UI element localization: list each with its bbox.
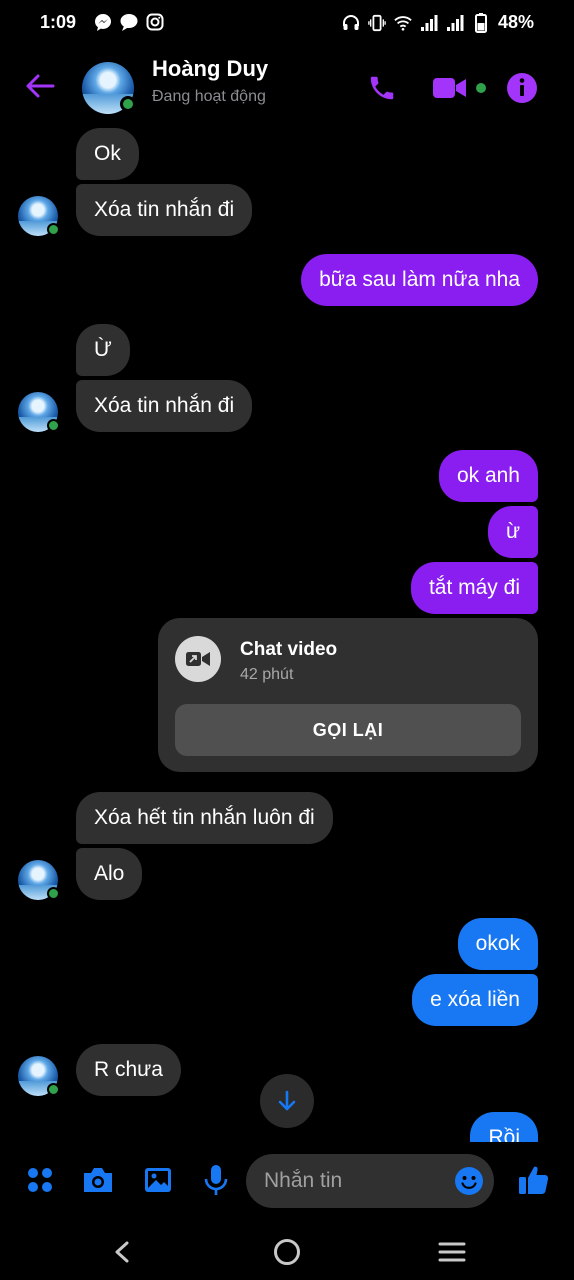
video-call-icon xyxy=(175,636,221,682)
message-bubble-incoming[interactable]: Ok xyxy=(76,128,139,180)
message-bubble-outgoing[interactable]: ok anh xyxy=(438,450,538,502)
message-bubble-outgoing[interactable]: tắt máy đi xyxy=(410,562,538,614)
scroll-to-bottom-button[interactable] xyxy=(260,1074,314,1128)
arrow-left-icon xyxy=(26,74,55,98)
message-bubble-incoming[interactable]: R chưa xyxy=(76,1044,181,1096)
message-composer xyxy=(0,1142,574,1222)
like-button[interactable] xyxy=(516,1162,552,1198)
nav-home-button[interactable] xyxy=(269,1234,305,1270)
message-bubble-incoming[interactable]: Xóa tin nhắn đi xyxy=(76,184,253,236)
emoji-button[interactable] xyxy=(454,1166,484,1196)
messenger-icon xyxy=(94,13,112,31)
chevron-left-icon xyxy=(115,1241,129,1263)
online-indicator xyxy=(47,223,60,236)
online-indicator xyxy=(47,1083,60,1096)
contact-avatar[interactable] xyxy=(82,62,136,114)
home-circle-icon xyxy=(274,1239,300,1265)
instagram-icon xyxy=(146,13,164,31)
contact-avatar-small xyxy=(18,1056,60,1096)
video-active-dot xyxy=(476,83,486,93)
more-actions-button[interactable] xyxy=(22,1162,58,1198)
contact-avatar-small xyxy=(18,196,60,236)
microphone-icon xyxy=(204,1165,228,1195)
info-button[interactable] xyxy=(502,68,542,108)
nav-recents-button[interactable] xyxy=(434,1234,470,1270)
camera-button[interactable] xyxy=(80,1162,116,1198)
contact-avatar-small xyxy=(18,860,60,900)
message-bubble-outgoing[interactable]: ừ xyxy=(487,506,538,558)
video-camera-icon xyxy=(433,78,466,98)
menu-grid-icon xyxy=(28,1168,52,1192)
arrow-down-icon xyxy=(278,1090,296,1111)
signal-icon xyxy=(446,14,464,32)
contact-name[interactable]: Hoàng Duy xyxy=(152,56,268,82)
signal-icon xyxy=(420,14,438,32)
phone-icon xyxy=(370,76,394,100)
video-call-button[interactable] xyxy=(430,68,470,108)
message-bubble-outgoing[interactable]: Rồi xyxy=(470,1112,538,1142)
message-bubble-incoming[interactable]: Xóa hết tin nhắn luôn đi xyxy=(76,792,333,844)
recents-menu-icon xyxy=(438,1242,466,1262)
nav-back-button[interactable] xyxy=(104,1234,140,1270)
system-status: 48% xyxy=(342,12,534,33)
voice-message-button[interactable] xyxy=(198,1162,234,1198)
chat-bubble-icon xyxy=(120,13,138,31)
vibrate-icon xyxy=(368,14,386,32)
message-bubble-outgoing[interactable]: okok xyxy=(457,918,538,970)
headphones-icon xyxy=(342,14,360,32)
call-again-button[interactable]: GỌI LẠI xyxy=(175,704,521,756)
online-indicator xyxy=(47,887,60,900)
message-bubble-incoming[interactable]: Ừ xyxy=(76,324,130,376)
battery-percent: 48% xyxy=(497,12,534,32)
message-input[interactable] xyxy=(264,1154,444,1208)
message-bubble-outgoing[interactable]: e xóa liền xyxy=(412,974,538,1026)
message-clip: Rồi xyxy=(470,1112,538,1142)
status-time: 1:09 xyxy=(40,12,77,32)
contact-status: Đang hoạt động xyxy=(152,88,266,105)
video-call-title: Chat video xyxy=(240,639,338,660)
system-navigation-bar xyxy=(0,1222,574,1280)
camera-icon xyxy=(84,1168,112,1192)
video-call-card[interactable]: Chat video 42 phút GỌI LẠI xyxy=(158,618,538,772)
info-icon xyxy=(507,73,537,103)
online-indicator xyxy=(120,96,136,112)
message-bubble-incoming[interactable]: Xóa tin nhắn đi xyxy=(76,380,253,432)
gallery-icon xyxy=(145,1168,171,1192)
online-indicator xyxy=(47,419,60,432)
emoji-icon xyxy=(455,1167,483,1195)
message-bubble-outgoing[interactable]: bữa sau làm nữa nha xyxy=(301,254,538,306)
chat-header: Hoàng Duy Đang hoạt động xyxy=(0,50,574,126)
wifi-icon xyxy=(394,14,412,32)
voice-call-button[interactable] xyxy=(362,68,402,108)
back-button[interactable] xyxy=(22,68,58,104)
message-bubble-incoming[interactable]: Alo xyxy=(76,848,143,900)
thumbs-up-icon xyxy=(519,1166,549,1194)
message-input-container xyxy=(246,1154,494,1208)
battery-icon xyxy=(472,12,490,33)
notification-icons xyxy=(94,13,164,31)
status-bar: 1:09 48% xyxy=(0,0,574,48)
contact-avatar-small xyxy=(18,392,60,432)
gallery-button[interactable] xyxy=(140,1162,176,1198)
video-call-duration: 42 phút xyxy=(240,666,294,683)
